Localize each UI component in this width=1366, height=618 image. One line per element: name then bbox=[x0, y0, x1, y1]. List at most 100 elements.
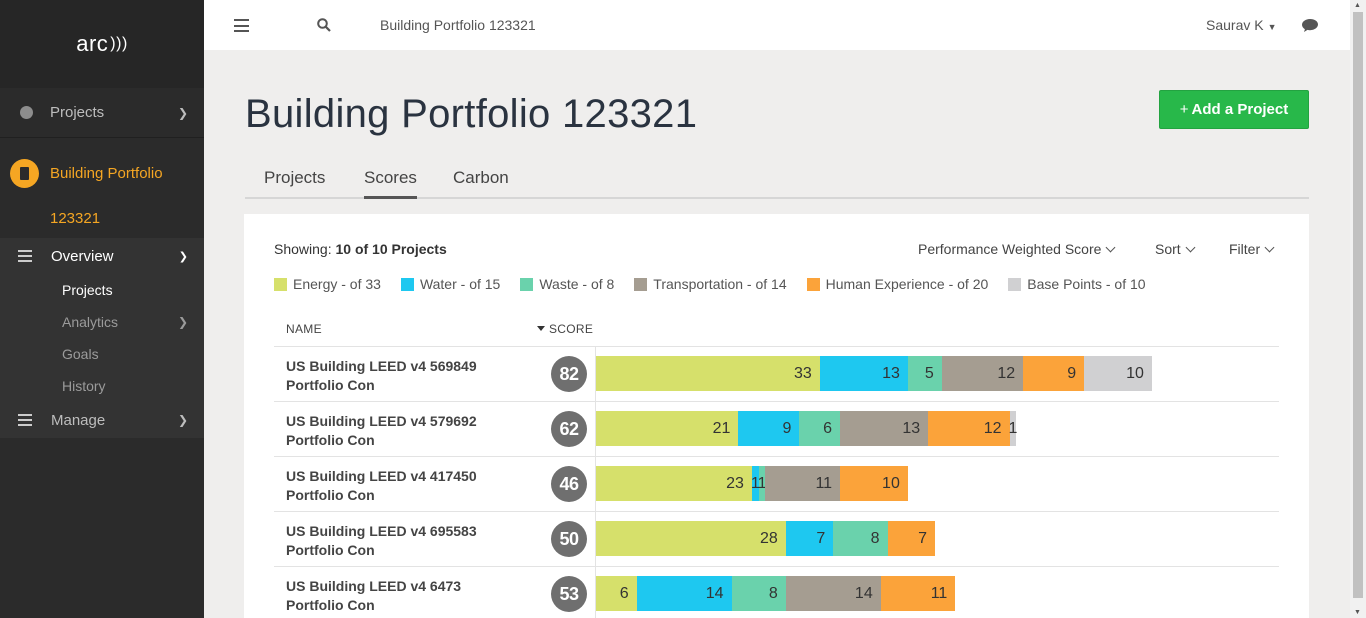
score-segment: 21 bbox=[596, 411, 739, 446]
table-row[interactable]: US Building LEED v4 417450 Portfolio Con 4… bbox=[274, 456, 1279, 511]
sidebar-subitem-history[interactable]: History bbox=[0, 370, 204, 402]
project-name[interactable]: US Building LEED v4 695583 Portfolio Con bbox=[286, 522, 516, 560]
plus-icon: + bbox=[1179, 101, 1189, 118]
tab-scores[interactable]: Scores bbox=[364, 168, 417, 199]
table-row[interactable]: US Building LEED v4 579692 Portfolio Con 6… bbox=[274, 401, 1279, 456]
column-header-score[interactable]: SCORE bbox=[537, 322, 593, 336]
table-row[interactable]: US Building LEED v4 569849 Portfolio Con 8… bbox=[274, 346, 1279, 401]
hamburger-menu-icon[interactable] bbox=[234, 19, 249, 32]
sort-dropdown[interactable]: Sort bbox=[1155, 241, 1196, 257]
legend-swatch bbox=[520, 277, 534, 291]
sidebar-portfolio-name[interactable]: Building Portfolio bbox=[0, 148, 204, 198]
legend-item: Water - of 15 bbox=[400, 276, 500, 292]
sidebar-subitem-analytics[interactable]: Analytics ❯ bbox=[0, 306, 204, 338]
score-badge: 50 bbox=[551, 521, 587, 557]
metric-select[interactable]: Performance Weighted Score bbox=[918, 241, 1116, 257]
legend-item: Energy - of 33 bbox=[274, 276, 381, 292]
score-segment: 13 bbox=[819, 356, 908, 391]
scroll-down-icon[interactable]: ▼ bbox=[1354, 609, 1361, 616]
project-name-line2: Portfolio Con bbox=[286, 487, 375, 503]
showing-value: 10 of 10 Projects bbox=[335, 241, 447, 257]
table-row[interactable]: US Building LEED v4 695583 Portfolio Con 5… bbox=[274, 511, 1279, 566]
filter-dropdown[interactable]: Filter bbox=[1229, 241, 1275, 257]
score-badge: 46 bbox=[551, 466, 587, 502]
chat-icon[interactable] bbox=[1301, 18, 1319, 33]
legend-label: Base Points - of 10 bbox=[1027, 276, 1146, 292]
score-segment: 10 bbox=[1084, 356, 1152, 391]
score-bar: 6 14 8 14 11 bbox=[596, 576, 956, 611]
sidebar-subitem-label: Goals bbox=[62, 346, 99, 362]
table-row[interactable]: US Building LEED v4 6473 Portfolio Con 53 6… bbox=[274, 566, 1279, 618]
legend-item: Human Experience - of 20 bbox=[806, 276, 988, 292]
score-segment: 6 bbox=[799, 411, 841, 446]
tab-carbon[interactable]: Carbon bbox=[453, 168, 509, 196]
scroll-up-icon[interactable]: ▲ bbox=[1354, 2, 1361, 9]
sidebar-item-projects[interactable]: Projects ❯ bbox=[0, 88, 204, 138]
score-segment: 10 bbox=[840, 466, 908, 501]
chevron-down-icon bbox=[1264, 242, 1275, 253]
sidebar-item-label: Projects bbox=[50, 104, 105, 121]
score-bar: 28 7 8 7 bbox=[596, 521, 935, 556]
scores-card: Showing: 10 of 10 Projects Performance W… bbox=[244, 214, 1309, 618]
globe-icon bbox=[18, 105, 34, 121]
project-name-line2: Portfolio Con bbox=[286, 542, 375, 558]
score-segment: 8 bbox=[731, 576, 786, 611]
project-name[interactable]: US Building LEED v4 579692 Portfolio Con bbox=[286, 412, 516, 450]
score-legend: Energy - of 33 Water - of 15 Waste - of 8 T… bbox=[274, 276, 1166, 292]
legend-swatch bbox=[1008, 277, 1022, 291]
chevron-right-icon: ❯ bbox=[177, 315, 188, 329]
column-header-name[interactable]: NAME bbox=[286, 322, 322, 336]
sort-label: Sort bbox=[1155, 241, 1181, 257]
score-bar: 21 9 6 13 12 1 bbox=[596, 411, 1017, 446]
project-name-line2: Portfolio Con bbox=[286, 432, 375, 448]
showing-prefix: Showing: bbox=[274, 241, 332, 257]
sidebar-item-label: Overview bbox=[51, 247, 114, 265]
search-icon[interactable] bbox=[317, 18, 331, 32]
sidebar-subitem-label: Analytics bbox=[62, 314, 119, 330]
project-name-line1: US Building LEED v4 6473 bbox=[286, 578, 462, 594]
score-segment: 33 bbox=[596, 356, 820, 391]
score-segment: 12 bbox=[928, 411, 1010, 446]
sidebar-item-manage[interactable]: Manage ❯ bbox=[0, 402, 204, 438]
project-name-line1: US Building LEED v4 695583 bbox=[286, 523, 477, 539]
scrollbar-thumb[interactable] bbox=[1353, 12, 1363, 598]
score-segment: 7 bbox=[785, 521, 834, 556]
sidebar: arc))) Projects ❯ Building Portfolio 123… bbox=[0, 0, 204, 618]
legend-label: Transportation - of 14 bbox=[653, 276, 787, 292]
arc-logo[interactable]: arc))) bbox=[0, 0, 204, 88]
legend-swatch bbox=[634, 277, 648, 291]
sidebar-item-label: Manage bbox=[51, 411, 106, 429]
add-project-button[interactable]: + Add a Project bbox=[1159, 90, 1309, 129]
project-name[interactable]: US Building LEED v4 417450 Portfolio Con bbox=[286, 467, 516, 505]
portfolio-id-label: 123321 bbox=[50, 209, 101, 227]
caret-down-icon: ▼ bbox=[1267, 22, 1277, 32]
sidebar-subitem-goals[interactable]: Goals bbox=[0, 338, 204, 370]
chevron-down-icon bbox=[1185, 242, 1196, 253]
top-bar: Building Portfolio 123321 Saurav K ▼ bbox=[204, 0, 1350, 50]
score-segment: 11 bbox=[765, 466, 841, 501]
legend-item: Transportation - of 14 bbox=[634, 276, 787, 292]
score-segment: 23 bbox=[596, 466, 752, 501]
building-icon bbox=[10, 158, 39, 188]
legend-swatch bbox=[806, 277, 820, 291]
score-segment: 14 bbox=[636, 576, 732, 611]
chevron-right-icon: ❯ bbox=[177, 413, 188, 427]
tab-projects[interactable]: Projects bbox=[264, 168, 325, 196]
score-segment: 28 bbox=[596, 521, 786, 556]
score-segment: 14 bbox=[785, 576, 881, 611]
page-scrollbar[interactable]: ▲ ▼ bbox=[1350, 0, 1366, 618]
score-segment: 12 bbox=[941, 356, 1024, 391]
score-badge: 82 bbox=[551, 356, 587, 392]
sliders-icon bbox=[18, 414, 32, 426]
chevron-down-icon bbox=[1105, 242, 1116, 253]
score-segment: 5 bbox=[907, 356, 942, 391]
page-title: Building Portfolio 123321 bbox=[245, 92, 698, 136]
project-name[interactable]: US Building LEED v4 6473 Portfolio Con bbox=[286, 577, 516, 615]
add-project-label: Add a Project bbox=[1191, 101, 1289, 118]
sidebar-item-overview[interactable]: Overview ❯ bbox=[0, 238, 204, 274]
user-menu[interactable]: Saurav K ▼ bbox=[1206, 17, 1277, 33]
project-name[interactable]: US Building LEED v4 569849 Portfolio Con bbox=[286, 357, 516, 395]
legend-swatch bbox=[400, 277, 414, 291]
project-name-line1: US Building LEED v4 569849 bbox=[286, 358, 477, 374]
sidebar-subitem-projects[interactable]: Projects bbox=[0, 274, 204, 306]
